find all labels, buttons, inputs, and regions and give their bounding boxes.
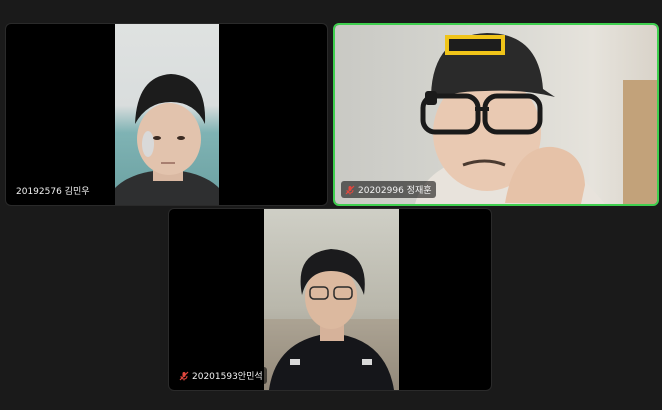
participant-name-3: 20201593안민석 (192, 372, 263, 382)
participant-name-1: 20192576 김민우 (16, 187, 90, 197)
participant-video-2 (335, 25, 657, 204)
participant-video-1 (115, 24, 219, 205)
participant-1-figure (115, 74, 219, 205)
meeting-gallery-view: { "participants": [ {"name": "20192576 김… (0, 0, 662, 410)
participant-3-figure (264, 249, 399, 390)
muted-microphone-icon (179, 371, 189, 380)
participant-name-tag-1: 20192576 김민우 (12, 182, 94, 199)
participant-2-figure (415, 33, 657, 204)
muted-microphone-icon (345, 185, 355, 194)
participant-name-tag-2: 20202996 정재훈 (341, 181, 436, 198)
participant-name-tag-3: 20201593안민석 (175, 367, 267, 384)
participant-tile-3[interactable]: 20201593안민석 (168, 208, 492, 391)
participant-name-2: 20202996 정재훈 (358, 186, 432, 196)
participant-video-3 (264, 209, 399, 390)
participant-tile-2[interactable]: 20202996 정재훈 (333, 23, 659, 206)
participant-tile-1[interactable]: 20192576 김민우 (5, 23, 328, 206)
